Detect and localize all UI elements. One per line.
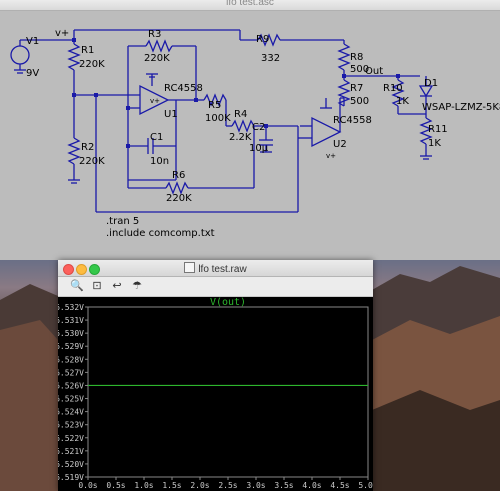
y-tick-label: 6.531V — [58, 316, 84, 325]
y-tick-label: 6.521V — [58, 447, 84, 456]
c1-ref: C1 — [150, 132, 163, 143]
r10-value: 1K — [396, 96, 409, 107]
y-tick-label: 6.523V — [58, 421, 84, 430]
x-tick-label: 5.0s — [358, 481, 373, 490]
r7-value: 500 — [350, 96, 369, 107]
x-tick-label: 2.0s — [190, 481, 209, 490]
r4-value: 2.2K — [229, 132, 252, 143]
r5-value: 100K — [205, 113, 231, 124]
y-tick-label: 6.522V — [58, 434, 84, 443]
chart-title: V(out) — [210, 297, 246, 308]
zoom-fit-icon[interactable]: ⊡ — [90, 279, 104, 293]
plot-window[interactable]: lfo test.raw 🔍 ⊡ ↩ ☂ V(out) 6.532V 6.531V 6… — [58, 260, 373, 491]
schematic-window-title: lfo test.asc — [226, 0, 274, 8]
x-tick-label: 4.0s — [302, 481, 321, 490]
r6-value: 220K — [166, 193, 192, 204]
plot-window-title: lfo test.raw — [198, 264, 247, 275]
y-tick-label: 6.529V — [58, 342, 84, 351]
plot-titlebar[interactable]: lfo test.raw — [58, 260, 373, 277]
x-tick-label: 1.0s — [134, 481, 153, 490]
u2-value: RC4558 — [333, 115, 372, 126]
r3-value: 220K — [144, 53, 170, 64]
x-tick-label: 1.5s — [162, 481, 181, 490]
u2-ref: U2 — [333, 139, 347, 150]
directive-include[interactable]: .include comcomp.txt — [106, 228, 215, 239]
x-tick-label: 3.0s — [246, 481, 265, 490]
r9-value: 332 — [261, 53, 280, 64]
d1-ref: D1 — [424, 78, 438, 89]
directive-tran[interactable]: .tran 5 — [106, 216, 139, 227]
net-label-out: Out — [365, 66, 383, 77]
d1-value: WSAP-LZMZ-5K8L — [422, 102, 500, 113]
y-tick-label: 6.524V — [58, 408, 84, 417]
r5-ref: R5 — [208, 100, 221, 111]
plot-frame — [87, 306, 369, 478]
schematic-titlebar: lfo test.asc — [0, 0, 500, 11]
zoom-back-icon[interactable]: ↩ — [110, 279, 124, 293]
u1-vplus: v+ — [150, 97, 160, 105]
zoom-icon[interactable]: 🔍 — [70, 279, 84, 293]
r11-ref: R11 — [428, 124, 448, 135]
y-tick-label: 6.520V — [58, 460, 84, 469]
r8-ref: R8 — [350, 52, 363, 63]
c2-ref: C2 — [252, 122, 265, 133]
r3-ref: R3 — [148, 29, 161, 40]
r1-ref: R1 — [81, 45, 94, 56]
y-tick-label: 6.532V — [58, 303, 84, 312]
chart-svg: V(out) 6.532V 6.531V 6.530V 6.529V 6.528V 6.52… — [58, 297, 373, 490]
plot-toolbar: 🔍 ⊡ ↩ ☂ — [58, 277, 373, 297]
u1-value: RC4558 — [164, 83, 203, 94]
y-tick-label: 6.528V — [58, 355, 84, 364]
r6-ref: R6 — [172, 170, 185, 181]
c2-value: 10µ — [249, 143, 269, 154]
y-tick-label: 6.525V — [58, 395, 84, 404]
v1-value: 9V — [26, 68, 39, 79]
x-tick-label: 0.0s — [78, 481, 97, 490]
y-tick-label: 6.526V — [58, 381, 84, 390]
v1-ref: V1 — [26, 36, 39, 47]
r2-value: 220K — [79, 156, 105, 167]
y-tick-label: 6.527V — [58, 368, 84, 377]
file-icon — [184, 262, 196, 273]
x-tick-label: 4.5s — [330, 481, 349, 490]
probe-icon[interactable]: ☂ — [130, 279, 144, 293]
net-label-vplus: v+ — [55, 28, 69, 39]
x-tick-label: 2.5s — [218, 481, 237, 490]
x-tick-label: 0.5s — [106, 481, 125, 490]
r1-value: 220K — [79, 59, 105, 70]
r10-ref: R10 — [383, 83, 403, 94]
schematic-canvas[interactable]: V1 9V v+ R1 220K R2 220K R3 220K RC4558 … — [0, 11, 500, 260]
r2-ref: R2 — [81, 142, 94, 153]
plot-window-title-wrap: lfo test.raw — [58, 262, 373, 275]
r9-ref: R9 — [256, 34, 269, 45]
v1-symbol — [10, 45, 30, 65]
r4-ref: R4 — [234, 109, 247, 120]
c1-value: 10n — [150, 156, 169, 167]
u2-vplus: v+ — [326, 152, 336, 160]
r7-ref: R7 — [350, 83, 363, 94]
r11-value: 1K — [428, 138, 441, 149]
x-tick-label: 3.5s — [274, 481, 293, 490]
waveform-plot[interactable]: V(out) 6.532V 6.531V 6.530V 6.529V 6.528V 6.52… — [58, 297, 373, 491]
u1-ref: U1 — [164, 109, 178, 120]
y-tick-label: 6.530V — [58, 329, 84, 338]
